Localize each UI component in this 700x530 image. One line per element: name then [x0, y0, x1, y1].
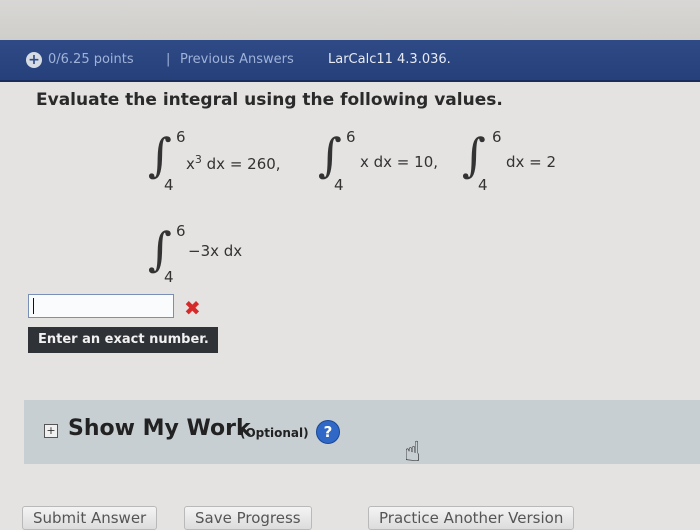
points-label: 0/6.25 points [48, 52, 134, 67]
show-my-work-label[interactable]: Show My Work [68, 416, 251, 441]
answer-input[interactable] [28, 294, 174, 318]
show-my-work-panel[interactable]: + Show My Work (Optional) ? [24, 400, 700, 464]
help-icon[interactable]: ? [316, 420, 340, 444]
integral-sign-icon: ∫ [318, 128, 342, 182]
integrand-exponent: 3 [194, 153, 202, 166]
optional-label: (Optional) [240, 426, 309, 440]
text-caret [33, 298, 34, 314]
plus-box-icon[interactable]: + [44, 424, 58, 438]
previous-answers-link[interactable]: Previous Answers [180, 52, 294, 67]
integral-sign-icon: ∫ [148, 128, 172, 182]
integral-value: dx = 260, [201, 155, 281, 173]
integrand-base: x [186, 155, 195, 173]
upper-limit: 6 [176, 222, 186, 240]
hint-tooltip: Enter an exact number. [28, 327, 218, 353]
integral-sign-icon: ∫ [462, 128, 486, 182]
submit-answer-button[interactable]: Submit Answer [22, 506, 158, 530]
top-gray-area [0, 0, 700, 40]
header-separator: | [166, 52, 171, 67]
integrand: x3 dx = 260, [186, 153, 281, 173]
upper-limit: 6 [176, 128, 186, 146]
lower-limit: 4 [164, 176, 174, 194]
expand-plus-icon[interactable]: + [26, 52, 42, 68]
integral-value: x dx = 10, [360, 153, 439, 171]
question-prompt: Evaluate the integral using the followin… [36, 90, 503, 110]
practice-another-version-button[interactable]: Practice Another Version [368, 506, 575, 530]
problem-code: LarCalc11 4.3.036. [328, 52, 451, 67]
x-mark-icon: ✖ [184, 296, 201, 320]
question-header-bar: + 0/6.25 points | Previous Answers LarCa… [0, 40, 700, 82]
integral-sign-icon: ∫ [148, 222, 172, 276]
integral-value: dx = 2 [506, 153, 557, 171]
lower-limit: 4 [164, 268, 174, 286]
save-progress-button[interactable]: Save Progress [184, 506, 312, 530]
lower-limit: 4 [334, 176, 344, 194]
lower-limit: 4 [478, 176, 488, 194]
upper-limit: 6 [346, 128, 356, 146]
upper-limit: 6 [492, 128, 502, 146]
hand-pointer-icon: ☝ [404, 435, 422, 468]
target-expression: −3x dx [188, 242, 243, 260]
